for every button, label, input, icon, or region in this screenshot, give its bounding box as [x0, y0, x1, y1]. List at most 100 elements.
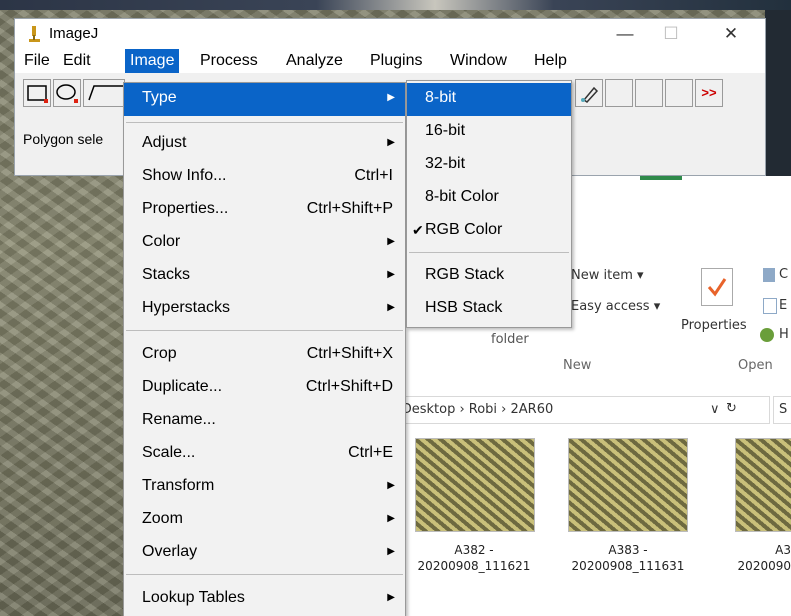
- menu-item-rgb-color[interactable]: ✔ RGB Color: [407, 215, 571, 248]
- menu-item-label: Properties...: [142, 200, 229, 217]
- menu-separator: [126, 330, 403, 331]
- submenu-arrow-icon: ▶: [387, 137, 395, 148]
- menu-item-rgb-stack[interactable]: RGB Stack: [407, 260, 571, 293]
- close-button[interactable]: ✕: [711, 21, 751, 47]
- checkmark-icon: ✔: [412, 222, 424, 238]
- menu-item-label: Type: [142, 89, 177, 106]
- menu-item-label: Overlay: [142, 543, 198, 560]
- shortcut-label: Ctrl+E: [348, 444, 393, 461]
- submenu-arrow-icon: ▶: [387, 269, 395, 280]
- microscope-icon: [27, 25, 41, 43]
- menu-window[interactable]: Window: [445, 49, 512, 73]
- menu-item-lookup-tables[interactable]: Lookup Tables ▶: [124, 583, 405, 616]
- menu-item-stacks[interactable]: Stacks ▶: [124, 260, 405, 293]
- type-submenu: 8-bit 16-bit 32-bit 8-bit Color ✔ RGB Co…: [406, 80, 572, 328]
- menu-item-label: Transform: [142, 477, 215, 494]
- menu-item-label: Zoom: [142, 510, 183, 527]
- menu-item-16-bit[interactable]: 16-bit: [407, 116, 571, 149]
- menu-item-hsb-stack[interactable]: HSB Stack: [407, 293, 571, 326]
- easy-access-button[interactable]: Easy access ▾: [571, 299, 660, 314]
- properties-icon[interactable]: [701, 268, 733, 306]
- menu-file[interactable]: File: [19, 49, 55, 73]
- refresh-icon[interactable]: ↻: [726, 401, 737, 416]
- menu-item-zoom[interactable]: Zoom ▶: [124, 504, 405, 537]
- history-icon[interactable]: [760, 328, 774, 342]
- menu-item-transform[interactable]: Transform ▶: [124, 471, 405, 504]
- toolbar-slot[interactable]: [665, 79, 693, 107]
- menu-item-8-bit[interactable]: 8-bit: [407, 83, 571, 116]
- file-name[interactable]: A383 -: [563, 542, 693, 558]
- window-title: ImageJ: [49, 25, 99, 42]
- menu-process[interactable]: Process: [195, 49, 263, 73]
- file-thumbnail[interactable]: [415, 438, 535, 532]
- menu-item-show-info[interactable]: Show Info... Ctrl+I: [124, 161, 405, 194]
- image-menu: Type ▶ Adjust ▶ Show Info... Ctrl+I Prop…: [123, 82, 406, 616]
- menu-analyze[interactable]: Analyze: [281, 49, 348, 73]
- file-date[interactable]: 20200908_111621: [409, 558, 539, 574]
- ribbon-group-open: Open: [738, 358, 773, 373]
- search-placeholder: S: [779, 402, 788, 417]
- new-item-button[interactable]: New item ▾: [571, 268, 644, 283]
- maximize-button[interactable]: ☐: [651, 21, 691, 47]
- menu-separator: [126, 122, 403, 123]
- new-folder-label[interactable]: folder: [491, 332, 529, 347]
- menu-item-label: Duplicate...: [142, 378, 223, 395]
- menu-item-label: HSB Stack: [425, 299, 503, 316]
- menu-item-type[interactable]: Type ▶: [124, 83, 405, 116]
- background-dark-panel: [765, 10, 791, 180]
- menu-item-label: 32-bit: [425, 155, 466, 172]
- file-thumbnail[interactable]: [735, 438, 791, 532]
- file-date[interactable]: 2020090: [723, 558, 791, 574]
- menu-item-crop[interactable]: Crop Ctrl+Shift+X: [124, 339, 405, 372]
- menu-separator: [409, 252, 569, 253]
- submenu-arrow-icon: ▶: [387, 236, 395, 247]
- dropper-tool[interactable]: [575, 79, 603, 107]
- toolbar-slot[interactable]: [605, 79, 633, 107]
- menu-plugins[interactable]: Plugins: [365, 49, 427, 73]
- menu-item-label: 8-bit Color: [425, 188, 499, 205]
- menu-item-rename[interactable]: Rename...: [124, 405, 405, 438]
- menu-item-properties[interactable]: Properties... Ctrl+Shift+P: [124, 194, 405, 227]
- shortcut-label: Ctrl+Shift+D: [305, 378, 393, 395]
- menu-separator: [126, 574, 403, 575]
- file-thumbnail[interactable]: [568, 438, 688, 532]
- ribbon-open-label[interactable]: C: [779, 267, 788, 282]
- menu-edit[interactable]: Edit: [58, 49, 96, 73]
- menu-image[interactable]: Image: [125, 49, 180, 73]
- menu-item-label: Rename...: [142, 411, 216, 428]
- menu-item-color[interactable]: Color ▶: [124, 227, 405, 260]
- menu-item-label: Color: [142, 233, 181, 250]
- menu-item-label: Show Info...: [142, 167, 227, 184]
- ribbon-edit-label[interactable]: E: [779, 298, 787, 313]
- file-date[interactable]: 20200908_111631: [563, 558, 693, 574]
- menu-item-label: 8-bit: [425, 89, 457, 106]
- toolbar-slot[interactable]: [635, 79, 663, 107]
- submenu-arrow-icon: ▶: [387, 513, 395, 524]
- menu-item-label: 16-bit: [425, 122, 466, 139]
- ribbon-group-new: New: [563, 358, 592, 373]
- title-bar[interactable]: ImageJ — ☐ ✕: [15, 19, 765, 49]
- menu-item-8-bit-color[interactable]: 8-bit Color: [407, 182, 571, 215]
- rectangle-tool[interactable]: [23, 79, 51, 107]
- ribbon-history-label[interactable]: H: [779, 327, 789, 342]
- menu-item-adjust[interactable]: Adjust ▶: [124, 128, 405, 161]
- file-name[interactable]: A382 -: [409, 542, 539, 558]
- more-tools-button[interactable]: >>: [695, 79, 723, 107]
- address-bar[interactable]: n › Desktop › Robi › 2AR60 ∨ ↻: [363, 396, 770, 424]
- menu-item-hyperstacks[interactable]: Hyperstacks ▶: [124, 293, 405, 326]
- open-icon[interactable]: [763, 268, 775, 282]
- menu-item-duplicate[interactable]: Duplicate... Ctrl+Shift+D: [124, 372, 405, 405]
- menu-item-scale[interactable]: Scale... Ctrl+E: [124, 438, 405, 471]
- menu-item-label: Adjust: [142, 134, 187, 151]
- search-box[interactable]: S: [773, 396, 791, 424]
- minimize-button[interactable]: —: [605, 21, 645, 47]
- oval-tool[interactable]: [53, 79, 81, 107]
- polygon-tool[interactable]: [83, 79, 125, 107]
- menu-item-overlay[interactable]: Overlay ▶: [124, 537, 405, 570]
- menu-help[interactable]: Help: [529, 49, 572, 73]
- address-dropdown-icon[interactable]: ∨: [710, 402, 720, 417]
- file-name[interactable]: A3: [723, 542, 791, 558]
- edit-icon[interactable]: [763, 298, 777, 314]
- menu-item-32-bit[interactable]: 32-bit: [407, 149, 571, 182]
- properties-button[interactable]: Properties: [681, 318, 747, 333]
